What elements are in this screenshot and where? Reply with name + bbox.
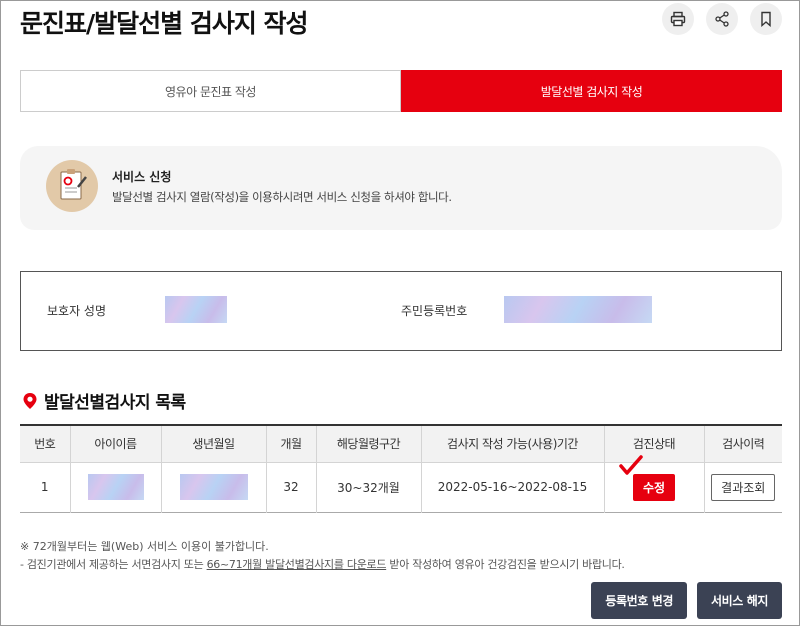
row-status-cell: 수정: [604, 454, 705, 512]
screening-list-table: 번호 아이이름 생년월일 개월 해당월령구간 검사지 작성 가능(사용)기간 검…: [20, 424, 782, 513]
child-name-redacted: [87, 474, 144, 500]
share-icon[interactable]: [706, 3, 738, 35]
col-header-history: 검사이력: [722, 437, 765, 452]
guardian-name-label: 보호자 성명: [47, 304, 107, 318]
note-paper-form: - 검진기관에서 제공하는 서면검사지 또는 66~71개월 발달선별검사지를 …: [20, 556, 625, 572]
list-section-title: 발달선별검사지 목록: [22, 388, 186, 413]
tab-bar: 영유아 문진표 작성 발달선별 검사지 작성: [20, 70, 782, 112]
resident-number-value-redacted: [504, 296, 652, 323]
bookmark-icon[interactable]: [750, 3, 782, 35]
col-header-no: 번호: [20, 425, 71, 462]
row-child-name-cell: [70, 462, 162, 512]
notice-title: 서비스 신청: [112, 170, 172, 184]
note-text-post: 받아 작성하여 영유아 건강검진을 받으시기 바랍니다.: [386, 558, 625, 571]
location-pin-icon: [23, 392, 37, 409]
row-period: 2022-05-16~2022-08-15: [421, 462, 605, 512]
col-header-months: 개월: [266, 425, 317, 462]
resident-number-label: 주민등록번호: [401, 304, 468, 318]
col-header-period: 검사지 작성 가능(사용)기간: [421, 425, 605, 462]
change-registration-button[interactable]: 등록번호 변경: [591, 582, 688, 619]
red-checkmark-annotation: [618, 454, 643, 475]
note-text-pre: - 검진기관에서 제공하는 서면검사지 또는: [20, 558, 207, 571]
row-months: 32: [266, 462, 317, 512]
download-screening-link[interactable]: 66~71개월 발달선별검사지를 다운로드: [207, 558, 387, 571]
table-row: 1 32 30~32개월 2022-05-16~2022-08-15 수정 결과…: [20, 454, 782, 512]
clipboard-icon: [46, 160, 98, 212]
top-toolbar: [662, 3, 782, 35]
col-header-birthdate: 생년월일: [161, 425, 267, 462]
list-title: 발달선별검사지 목록: [44, 393, 186, 413]
table-header-row: 번호 아이이름 생년월일 개월 해당월령구간 검사지 작성 가능(사용)기간 검…: [20, 425, 782, 462]
note-age-limit: ※ 72개월부터는 웹(Web) 서비스 이용이 불가합니다.: [20, 540, 269, 553]
guardian-name-value-redacted: [165, 296, 227, 323]
tab-infant-questionnaire[interactable]: 영유아 문진표 작성: [20, 70, 401, 112]
row-history-cell: 결과조회: [704, 462, 782, 512]
service-notice: 서비스 신청 발달선별 검사지 열람(작성)을 이용하시려면 서비스 신청을 하…: [20, 146, 782, 230]
page-title: 문진표/발달선별 검사지 작성: [20, 9, 309, 38]
col-header-child-name: 아이이름: [70, 425, 162, 462]
col-header-age-range: 해당월령구간: [316, 425, 422, 462]
bottom-actions: 등록번호 변경 서비스 해지: [591, 582, 782, 619]
row-age-range: 30~32개월: [316, 462, 422, 512]
cancel-service-button[interactable]: 서비스 해지: [697, 582, 782, 619]
row-no: 1: [20, 462, 71, 512]
tab-development-screening[interactable]: 발달선별 검사지 작성: [401, 70, 782, 112]
row-birthdate-cell: [161, 462, 267, 512]
notice-description: 발달선별 검사지 열람(작성)을 이용하시려면 서비스 신청을 하셔야 합니다.: [112, 190, 452, 204]
view-result-button[interactable]: 결과조회: [711, 473, 776, 501]
print-icon[interactable]: [662, 3, 694, 35]
edit-button[interactable]: 수정: [632, 473, 676, 501]
guardian-info-box: 보호자 성명 주민등록번호: [20, 271, 782, 351]
birthdate-redacted: [179, 474, 248, 500]
